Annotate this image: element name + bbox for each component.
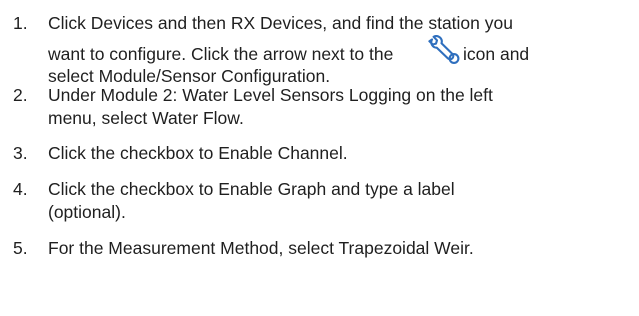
step-text-line: Click Devices and then RX Devices, and f… [48, 13, 513, 33]
step-text-line: Under Module 2: Water Level Sensors Logg… [48, 85, 493, 105]
step-text-line: Click the checkbox to Enable Channel. [48, 143, 348, 163]
step-text-line: want to configure. Click the arrow next … [48, 44, 394, 64]
instruction-document: 1. Click Devices and then RX Devices, an… [0, 0, 639, 316]
step-text-line: select Module/Sensor Configuration. [48, 66, 331, 86]
step-number: 5. [13, 238, 28, 258]
step-text-line: For the Measurement Method, select Trape… [48, 238, 474, 258]
step-number: 3. [13, 143, 28, 163]
step-text-line: Click the checkbox to Enable Graph and t… [48, 179, 455, 199]
step-number: 1. [13, 13, 28, 33]
step-text-line: (optional). [48, 202, 126, 222]
step-number: 2. [13, 85, 28, 105]
step-text-line: menu, select Water Flow. [48, 108, 244, 128]
step-text-line: icon and [463, 44, 530, 64]
step-number: 4. [13, 179, 28, 199]
wrench-settings-icon [426, 35, 462, 65]
